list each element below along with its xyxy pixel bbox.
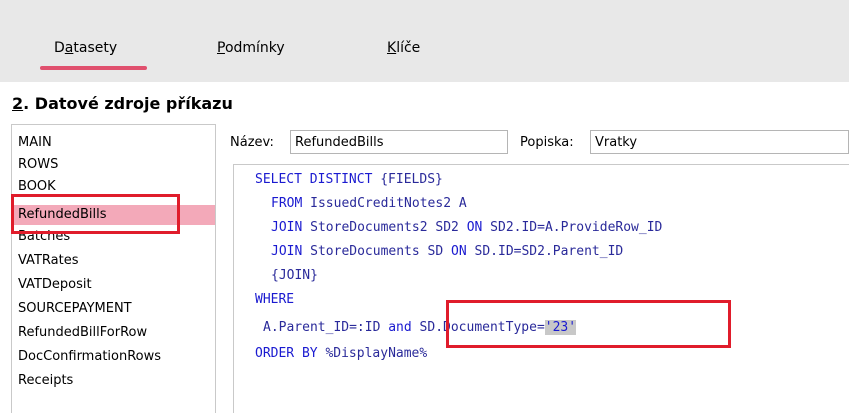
sql-string-selected: '23' — [544, 320, 577, 335]
sql-keyword: FROM — [271, 196, 303, 211]
sql-text: SD.DocumentType= — [411, 320, 545, 335]
tab-klice-rest: líče — [396, 40, 421, 56]
dataset-list[interactable]: MAIN ROWS BOOK RefundedBills Batches VAT… — [11, 124, 216, 413]
sql-text: A.Parent_ID=:ID — [263, 320, 389, 335]
list-item[interactable]: Receipts — [18, 373, 73, 388]
sql-line-5: {JOIN} — [271, 268, 318, 283]
sql-line-6: WHERE — [255, 292, 294, 307]
sql-line-2: FROM IssuedCreditNotes2 A — [271, 196, 467, 211]
sql-keyword: ON — [466, 220, 483, 235]
list-item[interactable]: ROWS — [18, 157, 58, 172]
tab-datasety-p3: tasety — [73, 40, 118, 56]
sql-keyword: JOIN — [271, 244, 303, 259]
list-item[interactable]: VATDeposit — [18, 277, 92, 292]
section-title: 2. Datové zdroje příkazu — [12, 94, 233, 113]
list-item[interactable]: DocConfirmationRows — [18, 349, 161, 364]
active-tab-indicator — [40, 66, 147, 70]
description-label: Popiska: — [520, 135, 574, 150]
list-item-selected[interactable]: RefundedBills — [18, 207, 107, 222]
sql-line-8: ORDER BY %DisplayName% — [255, 346, 427, 361]
name-label: Název: — [230, 135, 274, 150]
tab-datasety-p1: D — [54, 40, 65, 56]
description-field[interactable] — [590, 130, 849, 154]
tab-podminky-mnemonic: P — [217, 40, 225, 56]
list-item[interactable]: RefundedBillForRow — [18, 325, 147, 340]
sql-keyword: JOIN — [271, 220, 303, 235]
sql-text: IssuedCreditNotes2 A — [302, 196, 467, 211]
sql-line-7: A.Parent_ID=:ID and SD.DocumentType='23' — [263, 320, 577, 335]
sql-keyword: ORDER BY — [255, 346, 318, 361]
name-field[interactable] — [290, 130, 508, 154]
section-title-text: . Datové zdroje příkazu — [23, 94, 233, 113]
list-item[interactable]: VATRates — [18, 253, 78, 268]
sql-text: StoreDocuments SD — [302, 244, 452, 259]
sql-text: StoreDocuments2 SD2 — [302, 220, 467, 235]
sql-line-3: JOIN StoreDocuments2 SD2 ON SD2.ID=A.Pro… — [271, 220, 662, 235]
list-item[interactable]: BOOK — [18, 179, 56, 192]
section-number: 2 — [12, 94, 24, 113]
sql-text: %DisplayName% — [317, 346, 428, 361]
tab-podminky[interactable]: Podmínky — [217, 40, 285, 56]
sql-keyword: SELECT DISTINCT — [255, 172, 373, 187]
sql-text: SD2.ID=A.ProvideRow_ID — [482, 220, 663, 235]
list-item[interactable]: SOURCEPAYMENT — [18, 301, 132, 316]
sql-keyword: ON — [451, 244, 467, 259]
sql-text: {FIELDS} — [372, 172, 443, 187]
list-item[interactable]: MAIN — [18, 135, 52, 150]
tab-datasety[interactable]: Datasety — [54, 40, 117, 56]
tab-podminky-rest: odmínky — [224, 40, 285, 56]
list-item[interactable]: Batches — [18, 229, 70, 244]
sql-line-1: SELECT DISTINCT {FIELDS} — [255, 172, 443, 187]
sql-line-4: JOIN StoreDocuments SD ON SD.ID=SD2.Pare… — [271, 244, 623, 259]
tab-klice-mnemonic: K — [387, 40, 397, 56]
tab-klice[interactable]: Klíče — [387, 40, 420, 56]
sql-text: SD.ID=SD2.Parent_ID — [466, 244, 624, 259]
sql-keyword: and — [388, 320, 412, 335]
sql-keyword: WHERE — [255, 292, 295, 307]
